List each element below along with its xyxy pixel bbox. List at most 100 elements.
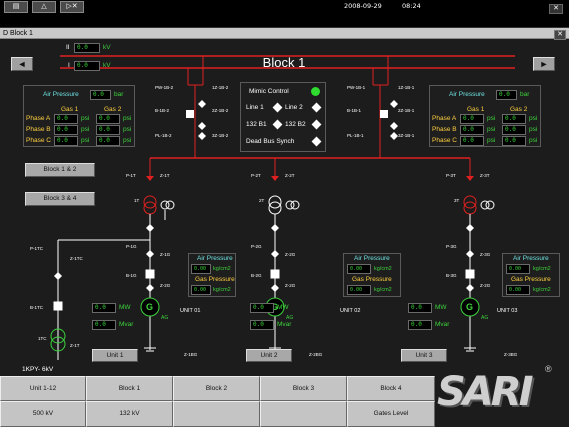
dead-bus-synch-label: Dead Bus Synch xyxy=(246,138,295,145)
feeder-label: Z-1BG xyxy=(184,352,198,357)
phase-b-label: Phase B xyxy=(26,126,51,133)
switch-label: PW-1B-2 xyxy=(155,85,174,90)
unit3-pressure-panel: Air Pressure 0.00 kg/cm2 Gas Pressure 0.… xyxy=(502,253,560,297)
feeder-label: P-1T xyxy=(126,173,136,178)
nav-empty-2[interactable] xyxy=(260,401,347,427)
mute-icon[interactable]: ▷✕ xyxy=(60,1,84,13)
air-pressure-value: 0.00 xyxy=(506,264,530,274)
b1-label: 132 B1 xyxy=(246,121,267,128)
generator-1-symbol: G xyxy=(146,302,153,312)
phase-c-gas2: 0.0 xyxy=(502,136,526,146)
window-title-bar: D Block 1 ✕ xyxy=(0,28,569,40)
nav-unit-1-12[interactable]: Unit 1-12 xyxy=(0,376,86,401)
block-1-2-button[interactable]: Block 1 & 2 xyxy=(25,163,95,177)
phase-b-gas2: 0.0 xyxy=(96,125,120,135)
nav-132kv[interactable]: 132 kV xyxy=(86,401,173,427)
bus-ii-unit: kV xyxy=(103,44,111,51)
aux-label: 1TC xyxy=(38,336,47,341)
b2-switch[interactable] xyxy=(311,119,322,130)
taskbar-close-icon[interactable]: ✕ xyxy=(549,4,563,14)
phase-c-gas2-unit: psi xyxy=(529,137,538,144)
switch-label: PL-1B-2 xyxy=(155,133,172,138)
air-pressure-label: Air Pressure xyxy=(449,91,485,98)
air-pressure-value: 0.0 xyxy=(90,90,111,100)
dead-bus-synch-switch[interactable] xyxy=(311,136,322,147)
phase-b-gas1: 0.0 xyxy=(460,125,484,135)
gas-panel-left: Air Pressure 0.0 bar Gas 1 Gas 2 Phase A… xyxy=(23,85,135,147)
window-close-icon[interactable]: ✕ xyxy=(554,30,566,40)
nav-block-4[interactable]: Block 4 xyxy=(347,376,435,401)
unit-name: UNIT 01 xyxy=(180,308,201,314)
phase-a-gas2-unit: psi xyxy=(123,115,132,122)
line2-switch[interactable] xyxy=(311,102,322,113)
block-3-4-button[interactable]: Block 3 & 4 xyxy=(25,192,95,206)
feeder-label: B-3G xyxy=(446,273,457,278)
phase-b-gas1-unit: psi xyxy=(81,126,90,133)
phase-c-gas2-unit: psi xyxy=(123,137,132,144)
phase-a-gas1-unit: psi xyxy=(81,115,90,122)
unit1-mvar-unit: Mvar xyxy=(119,321,134,328)
phase-a-gas2: 0.0 xyxy=(502,114,526,124)
footer-nav: Unit 1-12 Block 1 Block 2 Block 3 Block … xyxy=(0,376,435,427)
phase-b-gas2: 0.0 xyxy=(502,125,526,135)
line1-switch[interactable] xyxy=(272,102,283,113)
air-pressure-value: 0.00 xyxy=(191,264,211,274)
unit1-mw-unit: MW xyxy=(119,304,131,311)
unit-1-button[interactable]: Unit 1 xyxy=(92,349,138,362)
phase-c-label: Phase C xyxy=(432,137,457,144)
transformer-label: 2T xyxy=(259,198,265,203)
unit3-mw-value: 0.0 xyxy=(408,303,432,313)
nav-block-2[interactable]: Block 2 xyxy=(173,376,260,401)
switch-label: 3Z-1B-1 xyxy=(398,133,415,138)
ag-label: AG xyxy=(481,315,489,321)
feeder-label: P-3T xyxy=(446,173,456,178)
nav-gates-level[interactable]: Gates Level xyxy=(347,401,435,427)
feeder-label: P-1G xyxy=(126,244,137,249)
switch-label: PL-1B-1 xyxy=(347,133,364,138)
nav-empty-1[interactable] xyxy=(173,401,260,427)
air-pressure-value: 0.00 xyxy=(347,264,371,274)
switch-label: 1Z-1B-2 xyxy=(212,85,229,90)
phase-b-gas1: 0.0 xyxy=(54,125,78,135)
phase-a-gas2-unit: psi xyxy=(529,115,538,122)
b1-switch[interactable] xyxy=(272,119,283,130)
air-pressure-value: 0.0 xyxy=(496,90,517,100)
feeder-label: P-2T xyxy=(251,173,261,178)
unit-2-button[interactable]: Unit 2 xyxy=(246,349,292,362)
aux-label: B-1TC xyxy=(30,305,44,310)
phase-c-gas1-unit: psi xyxy=(81,137,90,144)
switch-label: 3Z-1B-2 xyxy=(212,133,229,138)
desktop-icon[interactable]: ▤ xyxy=(4,1,28,13)
phase-a-label: Phase A xyxy=(26,115,51,122)
switch-label: 1Z-1B-1 xyxy=(398,85,415,90)
prev-block-icon[interactable]: ◄ xyxy=(11,57,33,71)
unit3-mvar-unit: Mvar xyxy=(435,321,450,328)
phase-b-gas2-unit: psi xyxy=(123,126,132,133)
system-date: 2008-09-29 xyxy=(344,2,382,10)
gas2-header: Gas 2 xyxy=(510,106,528,113)
eject-icon[interactable]: △ xyxy=(32,1,56,13)
air-pressure-unit: bar xyxy=(520,91,530,98)
nav-block-3[interactable]: Block 3 xyxy=(260,376,347,401)
feeder-label: Z-1T xyxy=(160,173,170,178)
phase-a-gas1: 0.0 xyxy=(460,114,484,124)
feeder-label: Z-2G xyxy=(480,283,491,288)
feeder-label: Z-3G xyxy=(480,252,491,257)
switch-label: 2Z-1B-1 xyxy=(398,108,415,113)
air-pressure-unit: kg/cm2 xyxy=(213,266,231,272)
nav-500kv[interactable]: 500 kV xyxy=(0,401,86,427)
gas-pressure-unit: kg/cm2 xyxy=(374,287,392,293)
feeder-label: Z-3T xyxy=(480,173,490,178)
phase-b-gas1-unit: psi xyxy=(487,126,496,133)
switch-label: B-1B-1 xyxy=(347,108,362,113)
ag-label: AG xyxy=(161,315,169,321)
b2-label: 132 B2 xyxy=(285,121,306,128)
unit-name: UNIT 03 xyxy=(497,308,518,314)
nav-block-1[interactable]: Block 1 xyxy=(86,376,173,401)
phase-b-gas2-unit: psi xyxy=(529,126,538,133)
next-block-icon[interactable]: ► xyxy=(533,57,555,71)
air-pressure-unit: kg/cm2 xyxy=(374,266,392,272)
feeder-label: Z-2G xyxy=(285,252,296,257)
unit2-mvar-value: 0.0 xyxy=(250,320,274,330)
gas-pressure-value: 0.00 xyxy=(347,285,371,295)
